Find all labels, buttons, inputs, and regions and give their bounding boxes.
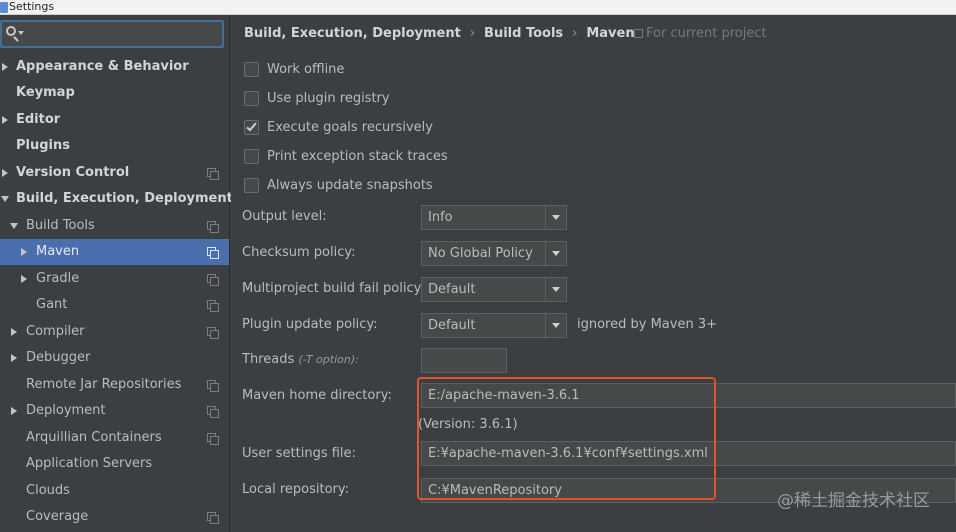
watermark: @稀土掘金技术社区 bbox=[777, 491, 930, 511]
collapse-arrow-icon bbox=[1, 196, 9, 202]
checkbox-box[interactable] bbox=[244, 120, 259, 135]
select-value: Default bbox=[428, 282, 476, 297]
select-value: Info bbox=[428, 210, 453, 225]
sidebar-item-build-execution-deployment[interactable]: Build, Execution, Deployment bbox=[0, 186, 233, 212]
project-scope-icon bbox=[207, 380, 219, 392]
checkbox-label: Execute goals recursively bbox=[267, 120, 433, 135]
sidebar-item-gant[interactable]: Gant bbox=[0, 292, 229, 318]
search-icon bbox=[6, 26, 16, 36]
select-value: Default bbox=[428, 318, 476, 333]
sidebar-item-maven[interactable]: Maven bbox=[0, 239, 229, 265]
window-title: Settings bbox=[9, 0, 55, 13]
collapse-arrow-icon bbox=[10, 223, 18, 229]
checkbox-box[interactable] bbox=[244, 178, 259, 193]
breadcrumb-item[interactable]: Build, Execution, Deployment bbox=[244, 23, 461, 45]
sidebar-item-keymap[interactable]: Keymap bbox=[0, 80, 229, 106]
sidebar-item-coverage[interactable]: Coverage bbox=[0, 504, 229, 530]
breadcrumb: Build, Execution, Deployment › Build Tools… bbox=[244, 23, 635, 45]
expand-arrow-icon bbox=[21, 275, 27, 283]
threads-label: Threads (-T option): bbox=[242, 350, 359, 370]
project-scope-icon bbox=[207, 406, 219, 418]
output-level-select[interactable]: Info bbox=[421, 205, 567, 230]
checkbox-box[interactable] bbox=[244, 149, 259, 164]
plugin-update-hint: ignored by Maven 3+ bbox=[577, 317, 717, 332]
expand-arrow-icon bbox=[11, 407, 17, 415]
breadcrumb-item: Maven bbox=[586, 26, 635, 41]
expand-arrow-icon bbox=[11, 328, 17, 336]
user-settings-label: User settings file: bbox=[242, 446, 356, 461]
select-value: No Global Policy bbox=[428, 246, 533, 261]
sidebar-item-debugger[interactable]: Debugger bbox=[0, 345, 229, 371]
sidebar-item-compiler[interactable]: Compiler bbox=[0, 319, 229, 345]
project-scope-icon bbox=[207, 247, 219, 259]
project-scope-icon bbox=[207, 433, 219, 445]
checksum-policy-select[interactable]: No Global Policy bbox=[421, 241, 567, 266]
checkbox-label: Work offline bbox=[267, 62, 345, 77]
project-scope-icon bbox=[207, 512, 219, 524]
fail-policy-select[interactable]: Default bbox=[421, 277, 567, 302]
chevron-down-icon bbox=[552, 287, 560, 292]
checkbox-box[interactable] bbox=[244, 91, 259, 106]
sidebar-item-editor[interactable]: Editor bbox=[0, 107, 229, 133]
expand-arrow-icon bbox=[2, 116, 8, 124]
threads-option-note: (-T option): bbox=[298, 353, 359, 366]
breadcrumb-separator: › bbox=[572, 26, 578, 41]
dropdown-button[interactable] bbox=[545, 278, 566, 301]
project-scope-icon bbox=[207, 327, 219, 339]
checkbox-label: Use plugin registry bbox=[267, 91, 390, 106]
expand-arrow-icon bbox=[21, 248, 27, 256]
sidebar-item-remote-jar-repositories[interactable]: Remote Jar Repositories bbox=[0, 372, 229, 398]
settings-sidebar: Appearance & Behavior Keymap Editor Plug… bbox=[0, 15, 233, 532]
local-repository-label: Local repository: bbox=[242, 482, 349, 497]
dropdown-button[interactable] bbox=[545, 314, 566, 337]
checkbox-label: Always update snapshots bbox=[267, 178, 433, 193]
scope-note: For current project bbox=[634, 23, 767, 45]
plugin-update-policy-select[interactable]: Default bbox=[421, 313, 567, 338]
expand-arrow-icon bbox=[2, 169, 8, 177]
chevron-down-icon bbox=[552, 251, 560, 256]
sidebar-item-arquillian-containers[interactable]: Arquillian Containers bbox=[0, 425, 229, 451]
title-bar: Settings bbox=[0, 0, 956, 15]
output-level-label: Output level: bbox=[242, 209, 327, 224]
expand-arrow-icon bbox=[11, 354, 17, 362]
project-scope-icon bbox=[207, 168, 219, 180]
dropdown-button[interactable] bbox=[545, 242, 566, 265]
maven-settings-panel: Build, Execution, Deployment › Build Tools… bbox=[231, 15, 956, 532]
plugin-update-policy-label: Plugin update policy: bbox=[242, 317, 378, 332]
sidebar-item-appearance-behavior[interactable]: Appearance & Behavior bbox=[0, 54, 229, 80]
expand-arrow-icon bbox=[2, 63, 8, 71]
threads-input[interactable] bbox=[421, 348, 507, 373]
sidebar-item-build-tools[interactable]: Build Tools bbox=[0, 213, 229, 239]
sidebar-item-gradle[interactable]: Gradle bbox=[0, 266, 229, 292]
project-scope-icon bbox=[634, 29, 643, 38]
breadcrumb-separator: › bbox=[469, 26, 476, 41]
annotation-highlight-box bbox=[417, 377, 716, 500]
project-scope-icon bbox=[207, 274, 219, 286]
checkmark-icon bbox=[246, 120, 257, 132]
sidebar-item-version-control[interactable]: Version Control bbox=[0, 160, 229, 186]
sidebar-item-clouds[interactable]: Clouds bbox=[0, 478, 229, 504]
threads-label-text: Threads bbox=[242, 352, 295, 367]
chevron-down-icon bbox=[552, 323, 560, 328]
fail-policy-label: Multiproject build fail policy: bbox=[242, 281, 425, 296]
checkbox-box[interactable] bbox=[244, 62, 259, 77]
breadcrumb-item[interactable]: Build Tools bbox=[484, 23, 563, 45]
scope-note-text: For current project bbox=[646, 26, 767, 41]
dropdown-button[interactable] bbox=[545, 206, 566, 229]
app-icon bbox=[0, 2, 8, 13]
project-scope-icon bbox=[207, 300, 219, 312]
checksum-policy-label: Checksum policy: bbox=[242, 245, 356, 260]
chevron-down-icon bbox=[18, 31, 24, 35]
sidebar-item-deployment[interactable]: Deployment bbox=[0, 398, 229, 424]
chevron-down-icon bbox=[552, 215, 560, 220]
project-scope-icon bbox=[207, 221, 219, 233]
maven-home-label: Maven home directory: bbox=[242, 388, 392, 403]
sidebar-item-application-servers[interactable]: Application Servers bbox=[0, 451, 229, 477]
search-input[interactable] bbox=[0, 20, 224, 48]
checkbox-label: Print exception stack traces bbox=[267, 149, 448, 164]
sidebar-item-plugins[interactable]: Plugins bbox=[0, 133, 229, 159]
